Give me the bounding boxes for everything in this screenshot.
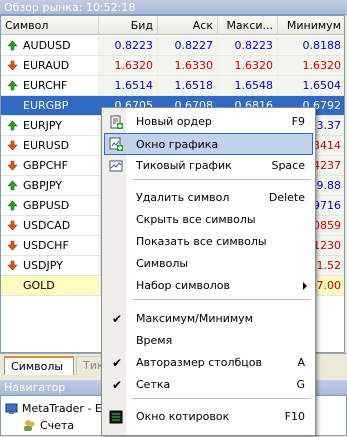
min-cell: 0.8188 xyxy=(278,36,344,55)
menu-item-7[interactable]: Набор символов xyxy=(104,275,313,297)
symbol-cell: USDJPY xyxy=(1,256,99,275)
menu-item-11[interactable]: ✔ Сетка G xyxy=(104,374,313,396)
menu-item-8[interactable]: ✔ Максимум/Минимум xyxy=(104,308,313,330)
symbol-cell: EURGBP xyxy=(1,96,99,115)
menu-item-label: Набор символов xyxy=(136,279,230,292)
check-icon: ✔ xyxy=(112,312,123,326)
menu-item-2[interactable]: Тиковый график Space xyxy=(104,155,313,177)
menu-separator xyxy=(132,299,311,300)
check-icon: ✔ xyxy=(112,356,123,370)
col-ask-header[interactable]: Аск xyxy=(158,16,218,35)
table-row[interactable]: EURAUD 1.6320 1.6330 1.6320 1.6320 xyxy=(1,56,344,76)
navigator-item-accounts[interactable]: Счета xyxy=(23,418,74,434)
menu-item-label: Символы xyxy=(136,257,189,270)
table-header: Символ Бид Аск Макси... Минимум xyxy=(1,16,344,35)
min-cell: 1.6320 xyxy=(278,56,344,75)
tick-chart-icon xyxy=(109,160,123,172)
menu-item-label: Окно графика xyxy=(136,138,219,151)
col-min-header[interactable]: Минимум xyxy=(278,16,344,35)
menu-item-label: Удалить символ xyxy=(136,191,230,204)
menu-item-shortcut: F10 xyxy=(284,410,305,423)
symbol-cell: GOLD xyxy=(1,276,99,295)
menu-item-shortcut: Space xyxy=(271,159,305,172)
accounts-icon xyxy=(23,419,36,432)
menu-item-6[interactable]: Символы xyxy=(104,253,313,275)
context-menu: Новый ордер F9 Окно графика Тиковый график S… xyxy=(101,107,316,436)
menu-item-10[interactable]: ✔ Авторазмер столбцов A xyxy=(104,352,313,374)
table-row[interactable]: EURCHF 1.6514 1.6518 1.6548 1.6504 xyxy=(1,76,344,96)
check-icon: ✔ xyxy=(112,378,123,392)
symbol-cell: EURUSD xyxy=(1,136,99,155)
menu-item-label: Авторазмер столбцов xyxy=(136,356,262,369)
bid-cell: 0.8223 xyxy=(99,36,158,55)
menu-item-label: Окно котировок xyxy=(136,410,230,423)
symbol-cell: USDCAD xyxy=(1,216,99,235)
tab-symbols[interactable]: Символы xyxy=(4,356,74,375)
navigator-item-label: Счета xyxy=(40,419,75,432)
max-cell: 1.6548 xyxy=(218,76,278,95)
symbol-cell: GBPJPY xyxy=(1,176,99,195)
new-order-icon xyxy=(110,115,123,129)
chart-window-icon xyxy=(109,137,123,151)
terminal-icon xyxy=(5,402,18,415)
menu-item-shortcut: G xyxy=(296,378,305,391)
navigator-item-label: MetaTrader - E xyxy=(22,402,102,415)
submenu-arrow-icon xyxy=(303,282,307,290)
menu-item-label: Время xyxy=(136,334,173,347)
menu-item-1[interactable]: Окно графика xyxy=(104,133,313,155)
col-bid-header[interactable]: Бид xyxy=(99,16,158,35)
menu-item-label: Новый ордер xyxy=(136,115,212,128)
menu-item-shortcut: A xyxy=(297,356,305,369)
symbol-cell: EURCHF xyxy=(1,76,99,95)
min-cell: 1.6504 xyxy=(278,76,344,95)
symbol-cell: USDCHF xyxy=(1,236,99,255)
menu-item-shortcut: Delete xyxy=(268,191,305,204)
ask-cell: 1.6330 xyxy=(158,56,218,75)
symbol-cell: GBPCHF xyxy=(1,156,99,175)
menu-item-shortcut: F9 xyxy=(291,115,305,128)
terminal-window: Обзор рынка: 10:52:18 Символ Бид Аск Мак… xyxy=(0,0,347,436)
market-watch-title: Обзор рынка: 10:52:18 xyxy=(0,0,347,15)
max-cell: 1.6320 xyxy=(218,56,278,75)
navigator-item-terminal[interactable]: MetaTrader - E xyxy=(5,401,102,417)
menu-item-label: Тиковый график xyxy=(136,159,232,172)
menu-separator xyxy=(132,398,311,399)
menu-item-label: Скрыть все символы xyxy=(136,213,256,226)
menu-item-9[interactable]: Время xyxy=(104,330,313,352)
menu-item-4[interactable]: Скрыть все символы xyxy=(104,209,313,231)
menu-item-0[interactable]: Новый ордер F9 xyxy=(104,111,313,133)
symbol-cell: AUDUSD xyxy=(1,36,99,55)
symbol-cell: GBPUSD xyxy=(1,196,99,215)
col-max-header[interactable]: Макси... xyxy=(218,16,278,35)
max-cell: 0.8223 xyxy=(218,36,278,55)
bid-cell: 1.6320 xyxy=(99,56,158,75)
menu-item-3[interactable]: Удалить символ Delete xyxy=(104,187,313,209)
menu-separator xyxy=(132,179,311,180)
menu-item-12[interactable]: Окно котировок F10 xyxy=(104,406,313,428)
symbol-cell: EURJPY xyxy=(1,116,99,135)
menu-item-label: Сетка xyxy=(136,378,171,391)
symbol-cell: EURAUD xyxy=(1,56,99,75)
menu-item-label: Максимум/Минимум xyxy=(136,312,253,325)
menu-item-5[interactable]: Показать все символы xyxy=(104,231,313,253)
table-row[interactable]: AUDUSD 0.8223 0.8227 0.8223 0.8188 xyxy=(1,36,344,56)
quotes-window-icon xyxy=(109,410,123,424)
col-symbol-header[interactable]: Символ xyxy=(1,16,99,35)
ask-cell: 0.8227 xyxy=(158,36,218,55)
ask-cell: 1.6518 xyxy=(158,76,218,95)
menu-item-label: Показать все символы xyxy=(136,235,267,248)
bid-cell: 1.6514 xyxy=(99,76,158,95)
